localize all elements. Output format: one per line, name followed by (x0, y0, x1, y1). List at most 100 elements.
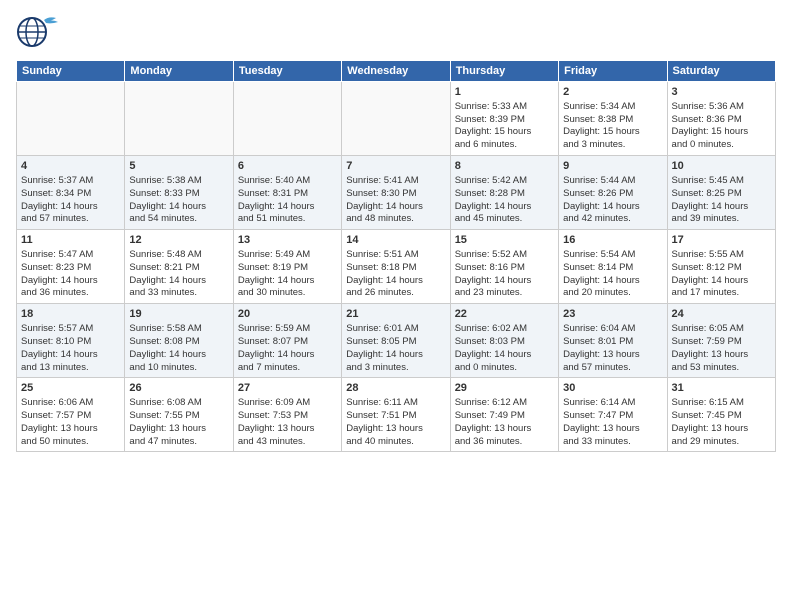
table-row: 15Sunrise: 5:52 AM Sunset: 8:16 PM Dayli… (450, 230, 558, 304)
table-row: 3Sunrise: 5:36 AM Sunset: 8:36 PM Daylig… (667, 82, 775, 156)
page-container: Sunday Monday Tuesday Wednesday Thursday… (0, 0, 792, 612)
col-friday: Friday (559, 61, 667, 82)
day-number: 29 (455, 381, 554, 396)
day-number: 31 (672, 381, 771, 396)
day-info: Sunrise: 5:54 AM Sunset: 8:14 PM Dayligh… (563, 249, 662, 300)
table-row: 4Sunrise: 5:37 AM Sunset: 8:34 PM Daylig… (17, 156, 125, 230)
day-number: 5 (129, 159, 228, 174)
day-number: 7 (346, 159, 445, 174)
table-row: 7Sunrise: 5:41 AM Sunset: 8:30 PM Daylig… (342, 156, 450, 230)
day-info: Sunrise: 6:01 AM Sunset: 8:05 PM Dayligh… (346, 323, 445, 374)
day-info: Sunrise: 5:45 AM Sunset: 8:25 PM Dayligh… (672, 175, 771, 226)
day-number: 26 (129, 381, 228, 396)
day-number: 10 (672, 159, 771, 174)
day-info: Sunrise: 5:42 AM Sunset: 8:28 PM Dayligh… (455, 175, 554, 226)
day-number: 19 (129, 307, 228, 322)
col-wednesday: Wednesday (342, 61, 450, 82)
table-row: 1Sunrise: 5:33 AM Sunset: 8:39 PM Daylig… (450, 82, 558, 156)
day-info: Sunrise: 6:06 AM Sunset: 7:57 PM Dayligh… (21, 397, 120, 448)
day-info: Sunrise: 5:44 AM Sunset: 8:26 PM Dayligh… (563, 175, 662, 226)
day-info: Sunrise: 5:34 AM Sunset: 8:38 PM Dayligh… (563, 101, 662, 152)
table-row: 11Sunrise: 5:47 AM Sunset: 8:23 PM Dayli… (17, 230, 125, 304)
day-number: 1 (455, 85, 554, 100)
day-number: 30 (563, 381, 662, 396)
calendar-week-row: 18Sunrise: 5:57 AM Sunset: 8:10 PM Dayli… (17, 304, 776, 378)
table-row: 2Sunrise: 5:34 AM Sunset: 8:38 PM Daylig… (559, 82, 667, 156)
table-row (233, 82, 341, 156)
logo-icon (16, 12, 60, 52)
day-number: 28 (346, 381, 445, 396)
table-row: 19Sunrise: 5:58 AM Sunset: 8:08 PM Dayli… (125, 304, 233, 378)
table-row: 9Sunrise: 5:44 AM Sunset: 8:26 PM Daylig… (559, 156, 667, 230)
day-number: 27 (238, 381, 337, 396)
col-thursday: Thursday (450, 61, 558, 82)
day-number: 6 (238, 159, 337, 174)
calendar-week-row: 4Sunrise: 5:37 AM Sunset: 8:34 PM Daylig… (17, 156, 776, 230)
day-number: 23 (563, 307, 662, 322)
day-info: Sunrise: 5:36 AM Sunset: 8:36 PM Dayligh… (672, 101, 771, 152)
calendar-week-row: 25Sunrise: 6:06 AM Sunset: 7:57 PM Dayli… (17, 378, 776, 452)
day-number: 16 (563, 233, 662, 248)
calendar-week-row: 1Sunrise: 5:33 AM Sunset: 8:39 PM Daylig… (17, 82, 776, 156)
day-number: 15 (455, 233, 554, 248)
day-info: Sunrise: 5:48 AM Sunset: 8:21 PM Dayligh… (129, 249, 228, 300)
day-info: Sunrise: 6:02 AM Sunset: 8:03 PM Dayligh… (455, 323, 554, 374)
day-number: 12 (129, 233, 228, 248)
day-number: 17 (672, 233, 771, 248)
day-info: Sunrise: 5:33 AM Sunset: 8:39 PM Dayligh… (455, 101, 554, 152)
page-header (16, 12, 776, 52)
table-row: 18Sunrise: 5:57 AM Sunset: 8:10 PM Dayli… (17, 304, 125, 378)
table-row: 6Sunrise: 5:40 AM Sunset: 8:31 PM Daylig… (233, 156, 341, 230)
day-number: 14 (346, 233, 445, 248)
table-row: 25Sunrise: 6:06 AM Sunset: 7:57 PM Dayli… (17, 378, 125, 452)
day-info: Sunrise: 6:08 AM Sunset: 7:55 PM Dayligh… (129, 397, 228, 448)
col-tuesday: Tuesday (233, 61, 341, 82)
day-info: Sunrise: 5:49 AM Sunset: 8:19 PM Dayligh… (238, 249, 337, 300)
day-info: Sunrise: 6:09 AM Sunset: 7:53 PM Dayligh… (238, 397, 337, 448)
day-number: 21 (346, 307, 445, 322)
table-row: 14Sunrise: 5:51 AM Sunset: 8:18 PM Dayli… (342, 230, 450, 304)
day-number: 13 (238, 233, 337, 248)
table-row: 23Sunrise: 6:04 AM Sunset: 8:01 PM Dayli… (559, 304, 667, 378)
col-saturday: Saturday (667, 61, 775, 82)
table-row: 13Sunrise: 5:49 AM Sunset: 8:19 PM Dayli… (233, 230, 341, 304)
day-number: 20 (238, 307, 337, 322)
logo (16, 12, 64, 52)
day-info: Sunrise: 5:40 AM Sunset: 8:31 PM Dayligh… (238, 175, 337, 226)
day-number: 8 (455, 159, 554, 174)
day-number: 18 (21, 307, 120, 322)
table-row: 16Sunrise: 5:54 AM Sunset: 8:14 PM Dayli… (559, 230, 667, 304)
day-number: 3 (672, 85, 771, 100)
calendar-header-row: Sunday Monday Tuesday Wednesday Thursday… (17, 61, 776, 82)
day-info: Sunrise: 6:05 AM Sunset: 7:59 PM Dayligh… (672, 323, 771, 374)
day-number: 4 (21, 159, 120, 174)
calendar-table: Sunday Monday Tuesday Wednesday Thursday… (16, 60, 776, 452)
day-info: Sunrise: 6:11 AM Sunset: 7:51 PM Dayligh… (346, 397, 445, 448)
day-number: 11 (21, 233, 120, 248)
table-row: 31Sunrise: 6:15 AM Sunset: 7:45 PM Dayli… (667, 378, 775, 452)
day-number: 24 (672, 307, 771, 322)
calendar-week-row: 11Sunrise: 5:47 AM Sunset: 8:23 PM Dayli… (17, 230, 776, 304)
col-monday: Monday (125, 61, 233, 82)
day-info: Sunrise: 6:12 AM Sunset: 7:49 PM Dayligh… (455, 397, 554, 448)
table-row: 17Sunrise: 5:55 AM Sunset: 8:12 PM Dayli… (667, 230, 775, 304)
table-row: 21Sunrise: 6:01 AM Sunset: 8:05 PM Dayli… (342, 304, 450, 378)
day-number: 25 (21, 381, 120, 396)
day-info: Sunrise: 6:15 AM Sunset: 7:45 PM Dayligh… (672, 397, 771, 448)
day-info: Sunrise: 5:55 AM Sunset: 8:12 PM Dayligh… (672, 249, 771, 300)
day-number: 2 (563, 85, 662, 100)
day-info: Sunrise: 5:59 AM Sunset: 8:07 PM Dayligh… (238, 323, 337, 374)
table-row: 26Sunrise: 6:08 AM Sunset: 7:55 PM Dayli… (125, 378, 233, 452)
table-row (342, 82, 450, 156)
table-row: 22Sunrise: 6:02 AM Sunset: 8:03 PM Dayli… (450, 304, 558, 378)
day-info: Sunrise: 5:52 AM Sunset: 8:16 PM Dayligh… (455, 249, 554, 300)
table-row: 29Sunrise: 6:12 AM Sunset: 7:49 PM Dayli… (450, 378, 558, 452)
day-info: Sunrise: 5:57 AM Sunset: 8:10 PM Dayligh… (21, 323, 120, 374)
day-info: Sunrise: 5:38 AM Sunset: 8:33 PM Dayligh… (129, 175, 228, 226)
table-row (125, 82, 233, 156)
table-row: 27Sunrise: 6:09 AM Sunset: 7:53 PM Dayli… (233, 378, 341, 452)
table-row: 24Sunrise: 6:05 AM Sunset: 7:59 PM Dayli… (667, 304, 775, 378)
table-row: 8Sunrise: 5:42 AM Sunset: 8:28 PM Daylig… (450, 156, 558, 230)
day-info: Sunrise: 5:37 AM Sunset: 8:34 PM Dayligh… (21, 175, 120, 226)
day-info: Sunrise: 5:51 AM Sunset: 8:18 PM Dayligh… (346, 249, 445, 300)
